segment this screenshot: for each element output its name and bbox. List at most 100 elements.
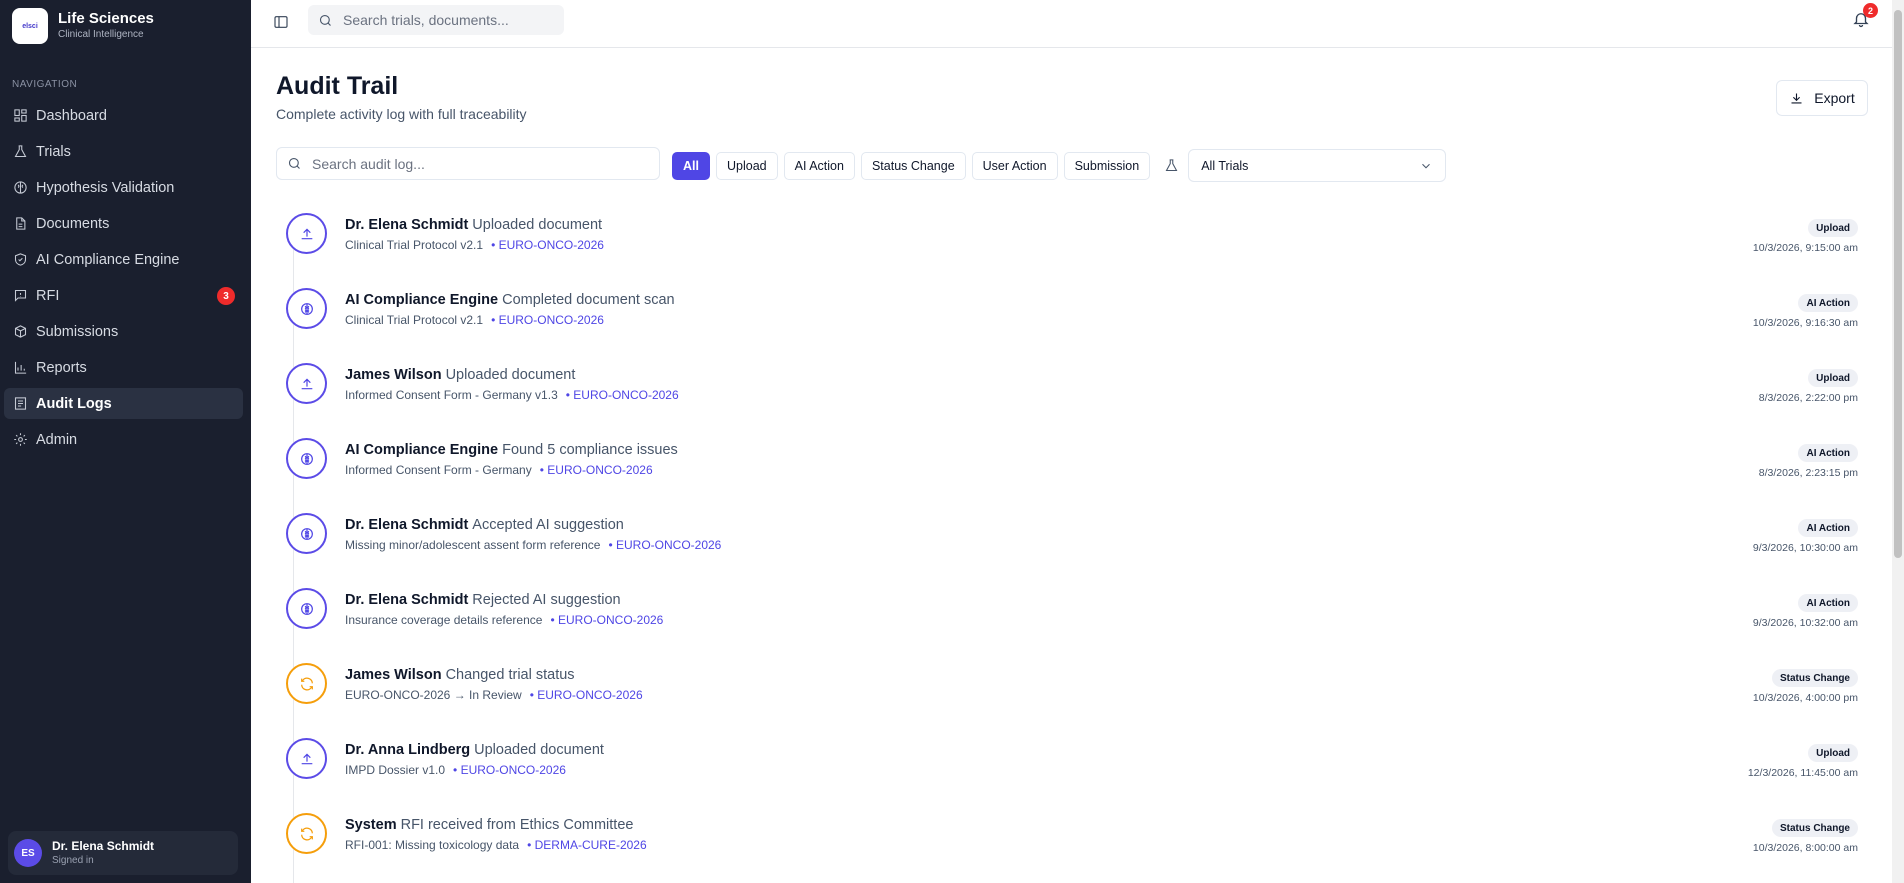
search-icon — [319, 14, 331, 26]
export-label: Export — [1814, 90, 1855, 106]
entry-detail: IMPD Dossier v1.0 — [345, 763, 446, 777]
entry-detail-row: Clinical Trial Protocol v2.1 • EURO-ONCO-… — [345, 238, 604, 252]
entry-trial-link[interactable]: • EURO-ONCO-2026 — [453, 763, 566, 777]
brand-subtitle: Clinical Intelligence — [58, 29, 144, 40]
entry-type-badge: Upload — [1808, 744, 1858, 762]
brand[interactable]: elsci Life Sciences Clinical Intelligenc… — [0, 0, 251, 52]
audit-entry[interactable]: Dr. Elena Schmidt Rejected AI suggestion … — [276, 586, 1868, 661]
entry-action: Found 5 compliance issues — [502, 442, 678, 458]
refresh-icon — [286, 663, 327, 704]
entry-summary: James Wilson Uploaded document — [345, 367, 575, 383]
entry-trial-link[interactable]: • EURO-ONCO-2026 — [530, 688, 643, 702]
package-icon — [12, 324, 28, 340]
audit-entry[interactable]: Dr. Elena Schmidt Accepted AI suggestion … — [276, 511, 1868, 586]
audit-entry[interactable]: Dr. Elena Schmidt Uploaded document Clini… — [276, 211, 1868, 286]
sidebar-item-trials[interactable]: Trials — [4, 136, 243, 167]
sidebar-item-label: Dashboard — [36, 107, 107, 124]
notifications-button[interactable]: 2 — [1852, 3, 1878, 32]
entry-detail-row: IMPD Dossier v1.0 • EURO-ONCO-2026 — [345, 763, 566, 777]
entry-trial-link[interactable]: • EURO-ONCO-2026 — [566, 388, 679, 402]
sidebar-toggle-button[interactable] — [271, 12, 291, 32]
entry-type-badge: Upload — [1808, 369, 1858, 387]
filter-all[interactable]: All — [672, 151, 710, 180]
sidebar-item-label: Hypothesis Validation — [36, 179, 175, 196]
trial-select[interactable]: All Trials — [1188, 149, 1447, 182]
sidebar-item-dashboard[interactable]: Dashboard — [4, 100, 243, 131]
entry-detail-row: RFI-001: Missing toxicology data • DERMA-… — [345, 838, 647, 852]
audit-entry[interactable]: System RFI received from Ethics Committee… — [276, 811, 1868, 883]
panel-left-icon — [274, 16, 288, 28]
sidebar-item-reports[interactable]: Reports — [4, 352, 243, 383]
entry-action: Completed document scan — [502, 292, 675, 308]
global-search[interactable] — [308, 5, 564, 35]
entry-trial-link[interactable]: • EURO-ONCO-2026 — [540, 463, 653, 477]
page-scrollbar[interactable] — [1892, 0, 1904, 883]
entry-timestamp: 9/3/2026, 10:30:00 am — [1752, 542, 1858, 554]
entry-summary: Dr. Elena Schmidt Rejected AI suggestion — [345, 592, 621, 608]
entry-summary: Dr. Anna Lindberg Uploaded document — [345, 742, 604, 758]
sidebar-item-documents[interactable]: Documents — [4, 208, 243, 239]
filter-user-action[interactable]: User Action — [971, 151, 1058, 180]
user-card[interactable]: ES Dr. Elena Schmidt Signed in — [8, 831, 238, 875]
entry-timestamp: 9/3/2026, 10:32:00 am — [1752, 617, 1858, 629]
entry-actor: AI Compliance Engine — [345, 442, 499, 458]
entry-detail: Informed Consent Form - Germany v1.3 — [345, 388, 558, 402]
audit-search[interactable] — [276, 147, 660, 180]
sidebar-item-label: Documents — [36, 215, 110, 232]
audit-search-input[interactable] — [312, 155, 642, 172]
audit-entry[interactable]: James Wilson Changed trial status EURO-ON… — [276, 661, 1868, 736]
entry-trial-link[interactable]: • EURO-ONCO-2026 — [608, 538, 721, 552]
entry-action: Changed trial status — [445, 667, 575, 683]
sidebar-item-label: Reports — [36, 359, 87, 376]
upload-icon — [286, 213, 327, 254]
sidebar-item-admin[interactable]: Admin — [4, 424, 243, 455]
audit-entry[interactable]: James Wilson Uploaded document Informed C… — [276, 361, 1868, 436]
upload-icon — [286, 738, 327, 779]
entry-actor: Dr. Elena Schmidt — [345, 592, 469, 608]
shield-icon — [12, 252, 28, 268]
entry-actor: System — [345, 817, 397, 833]
upload-icon — [286, 363, 327, 404]
sidebar-item-label: Submissions — [36, 323, 119, 340]
entry-timestamp: 8/3/2026, 2:22:00 pm — [1758, 392, 1858, 404]
audit-entry[interactable]: Dr. Anna Lindberg Uploaded document IMPD … — [276, 736, 1868, 811]
sidebar-item-hypothesis-validation[interactable]: Hypothesis Validation — [4, 172, 243, 203]
sidebar: elsci Life Sciences Clinical Intelligenc… — [0, 0, 251, 883]
audit-entry[interactable]: AI Compliance Engine Found 5 compliance i… — [276, 436, 1868, 511]
sidebar-item-ai-compliance-engine[interactable]: AI Compliance Engine — [4, 244, 243, 275]
brain-icon — [286, 438, 327, 479]
entry-timestamp: 10/3/2026, 9:16:30 am — [1752, 317, 1858, 329]
entry-trial-link[interactable]: • EURO-ONCO-2026 — [550, 613, 663, 627]
scrollbar-thumb[interactable] — [1894, 10, 1902, 558]
entry-summary: James Wilson Changed trial status — [345, 667, 575, 683]
user-name: Dr. Elena Schmidt — [52, 838, 155, 853]
filter-status-change[interactable]: Status Change — [860, 151, 966, 180]
log-icon — [12, 396, 28, 412]
page-subtitle: Complete activity log with full traceabi… — [276, 106, 527, 122]
sidebar-item-label: AI Compliance Engine — [36, 251, 180, 268]
filter-submission[interactable]: Submission — [1063, 151, 1151, 180]
sidebar-item-submissions[interactable]: Submissions — [4, 316, 243, 347]
filter-ai-action[interactable]: AI Action — [783, 151, 855, 180]
entry-trial-link[interactable]: • DERMA-CURE-2026 — [527, 838, 647, 852]
entry-timestamp: 8/3/2026, 2:23:15 pm — [1758, 467, 1858, 479]
bar-chart-icon — [12, 360, 28, 376]
sidebar-item-rfi[interactable]: RFI 3 — [4, 280, 243, 311]
notification-count-badge: 2 — [1863, 3, 1878, 18]
global-search-input[interactable] — [343, 12, 543, 28]
entry-timestamp: 12/3/2026, 11:45:00 am — [1747, 767, 1858, 779]
sidebar-item-label: Admin — [36, 431, 78, 448]
brand-logo: elsci — [12, 8, 48, 44]
entry-trial-link[interactable]: • EURO-ONCO-2026 — [491, 313, 604, 327]
brain-icon — [12, 180, 28, 196]
export-button[interactable]: Export — [1776, 80, 1868, 116]
audit-entry[interactable]: AI Compliance Engine Completed document s… — [276, 286, 1868, 361]
filter-upload[interactable]: Upload — [715, 151, 778, 180]
flask-icon — [1162, 157, 1180, 175]
entry-trial-link[interactable]: • EURO-ONCO-2026 — [491, 238, 604, 252]
entry-timestamp: 10/3/2026, 4:00:00 pm — [1752, 692, 1858, 704]
entry-detail-row: Informed Consent Form - Germany • EURO-ON… — [345, 463, 653, 477]
entry-timestamp: 10/3/2026, 8:00:00 am — [1752, 842, 1858, 854]
entry-actor: Dr. Elena Schmidt — [345, 517, 469, 533]
sidebar-item-audit-logs[interactable]: Audit Logs — [4, 388, 243, 419]
